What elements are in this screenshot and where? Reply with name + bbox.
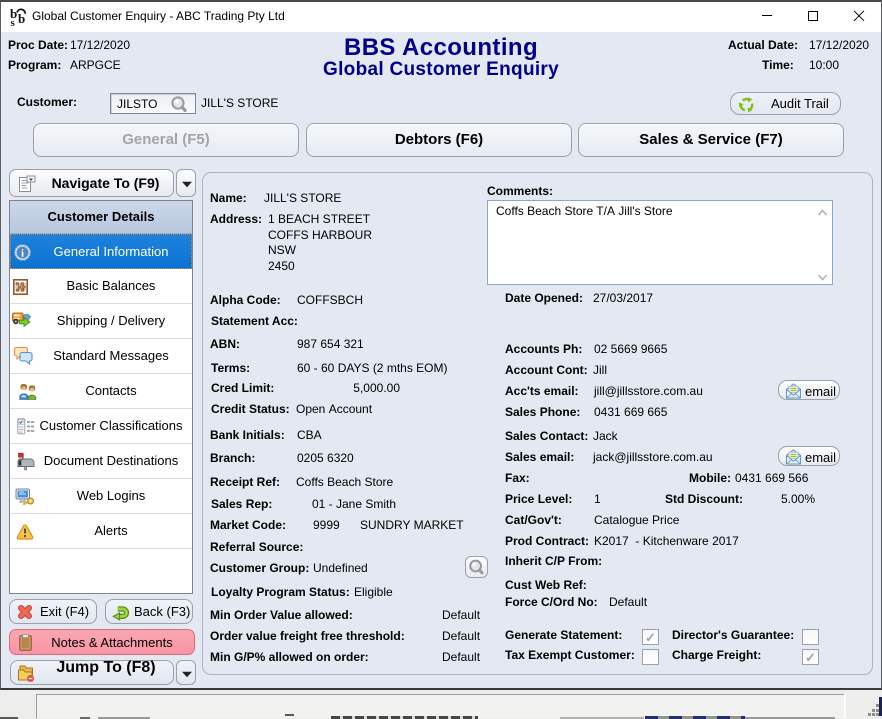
svg-text:i: i (21, 247, 24, 259)
